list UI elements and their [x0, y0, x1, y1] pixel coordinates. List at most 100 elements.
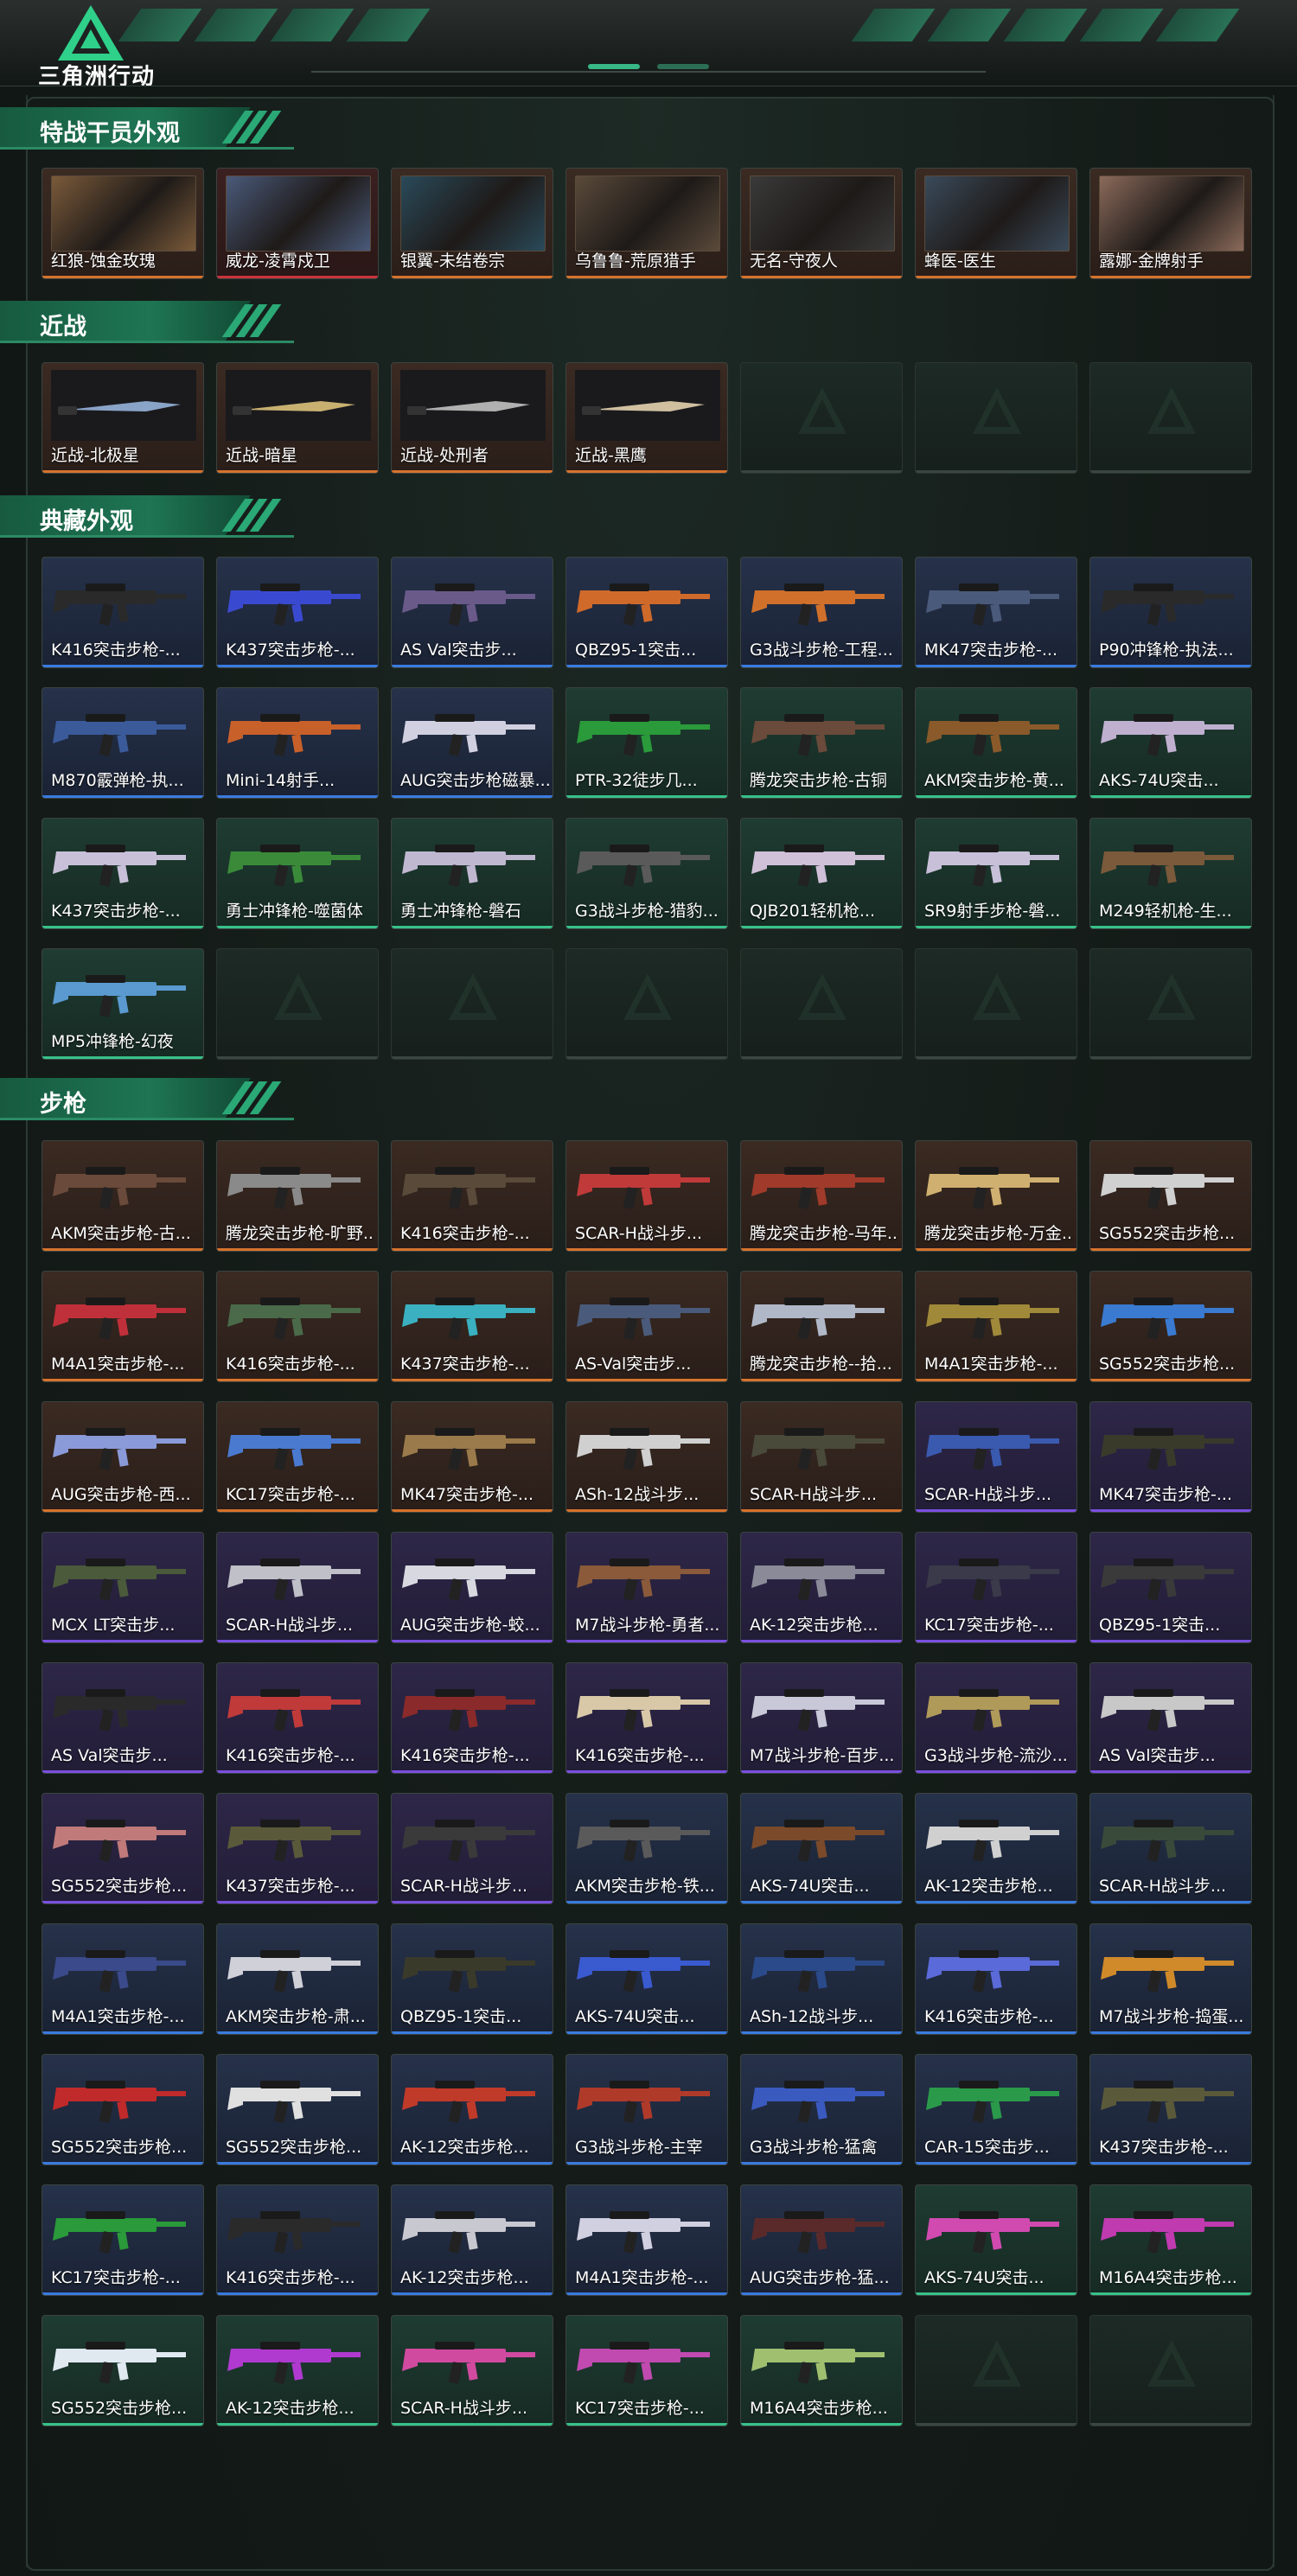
item-card[interactable]: MK47突击步枪-... [1089, 1401, 1252, 1513]
item-card[interactable]: SCAR-H战斗步... [391, 2315, 553, 2426]
item-card[interactable]: M7战斗步枪-百步... [740, 1662, 903, 1774]
item-card[interactable]: AS Val突击步... [1089, 1662, 1252, 1774]
item-card[interactable]: 乌鲁鲁-荒原猎手 [565, 168, 728, 279]
item-card[interactable]: 蜂医-医生 [915, 168, 1077, 279]
item-card[interactable]: 近战-北极星 [42, 362, 204, 474]
item-card[interactable]: SG552突击步枪... [1089, 1140, 1252, 1252]
item-card[interactable]: AUG突击步枪-蛟... [391, 1532, 553, 1643]
item-card[interactable]: SR9射手步枪-磐... [915, 818, 1077, 929]
item-card[interactable]: PTR-32徒步几... [565, 687, 728, 799]
item-card[interactable]: 露娜-金牌射手 [1089, 168, 1252, 279]
item-card[interactable]: KC17突击步枪-... [42, 2184, 204, 2296]
item-card[interactable]: MCX LT突击步... [42, 1532, 204, 1643]
item-card[interactable]: M7战斗步枪-勇者... [565, 1532, 728, 1643]
item-card[interactable]: K416突击步枪-... [391, 1140, 553, 1252]
item-card[interactable]: ASh-12战斗步... [565, 1401, 728, 1513]
item-card[interactable]: AK-12突击步枪... [915, 1793, 1077, 1904]
item-card[interactable]: AS-Val突击步... [565, 1271, 728, 1382]
item-card[interactable]: 腾龙突击步枪-万金... [915, 1140, 1077, 1252]
item-card[interactable]: M7战斗步枪-捣蛋... [1089, 1923, 1252, 2035]
item-card[interactable]: 无名-守夜人 [740, 168, 903, 279]
item-card[interactable]: AKM突击步枪-黄... [915, 687, 1077, 799]
item-card[interactable]: SCAR-H战斗步... [216, 1532, 379, 1643]
item-card[interactable]: M4A1突击步枪-... [42, 1923, 204, 2035]
item-card[interactable]: SG552突击步枪... [216, 2054, 379, 2165]
item-card[interactable]: G3战斗步枪-工程... [740, 557, 903, 668]
item-card[interactable]: 腾龙突击步枪-古铜 [740, 687, 903, 799]
item-card[interactable]: KC17突击步枪-... [565, 2315, 728, 2426]
item-card[interactable]: G3战斗步枪-主宰 [565, 2054, 728, 2165]
item-card[interactable]: KC17突击步枪-... [915, 1532, 1077, 1643]
item-card[interactable]: P90冲锋枪-执法... [1089, 557, 1252, 668]
item-card[interactable]: M16A4突击步枪... [740, 2315, 903, 2426]
item-card[interactable]: K416突击步枪-... [391, 1662, 553, 1774]
item-card[interactable]: CAR-15突击步... [915, 2054, 1077, 2165]
item-card[interactable]: K416突击步枪-... [216, 1271, 379, 1382]
item-card[interactable]: AKS-74U突击... [740, 1793, 903, 1904]
item-card[interactable]: K437突击步枪-... [42, 818, 204, 929]
item-card[interactable]: K416突击步枪-... [216, 2184, 379, 2296]
item-card[interactable]: SG552突击步枪... [1089, 1271, 1252, 1382]
item-card[interactable]: M870霰弹枪-执... [42, 687, 204, 799]
item-card[interactable]: ASh-12战斗步... [740, 1923, 903, 2035]
item-card[interactable]: 腾龙突击步枪--拾... [740, 1271, 903, 1382]
item-card[interactable]: K416突击步枪-... [915, 1923, 1077, 2035]
item-card[interactable]: MK47突击步枪-... [391, 1401, 553, 1513]
item-card[interactable]: K437突击步枪-... [1089, 2054, 1252, 2165]
item-card[interactable]: M4A1突击步枪-... [915, 1271, 1077, 1382]
item-card[interactable]: AKS-74U突击... [915, 2184, 1077, 2296]
item-card[interactable]: 腾龙突击步枪-马年... [740, 1140, 903, 1252]
item-card[interactable]: 勇士冲锋枪-噬菌体 [216, 818, 379, 929]
item-card[interactable]: 勇士冲锋枪-磐石 [391, 818, 553, 929]
item-card[interactable]: M249轻机枪-生... [1089, 818, 1252, 929]
item-card[interactable]: AKM突击步枪-肃... [216, 1923, 379, 2035]
item-card[interactable]: K416突击步枪-... [42, 557, 204, 668]
item-card[interactable]: SCAR-H战斗步... [740, 1401, 903, 1513]
item-card[interactable]: 近战-暗星 [216, 362, 379, 474]
item-card[interactable]: QBZ95-1突击... [391, 1923, 553, 2035]
item-card[interactable]: 威龙-凌霄戍卫 [216, 168, 379, 279]
item-card[interactable]: 近战-黑鹰 [565, 362, 728, 474]
item-card[interactable]: SCAR-H战斗步... [1089, 1793, 1252, 1904]
item-card[interactable]: SCAR-H战斗步... [915, 1401, 1077, 1513]
item-card[interactable]: K437突击步枪-... [216, 1793, 379, 1904]
item-card[interactable]: MP5冲锋枪-幻夜 [42, 948, 204, 1060]
item-card[interactable]: QBZ95-1突击... [565, 557, 728, 668]
item-card[interactable]: M16A4突击步枪... [1089, 2184, 1252, 2296]
item-card[interactable]: 近战-处刑者 [391, 362, 553, 474]
item-card[interactable]: K437突击步枪-... [216, 557, 379, 668]
item-card[interactable]: Mini-14射手... [216, 687, 379, 799]
item-card[interactable]: K416突击步枪-... [565, 1662, 728, 1774]
item-card[interactable]: SCAR-H战斗步... [565, 1140, 728, 1252]
item-card[interactable]: 银翼-未结卷宗 [391, 168, 553, 279]
item-card[interactable]: AK-12突击步枪... [391, 2054, 553, 2165]
item-card[interactable]: 红狼-蚀金玫瑰 [42, 168, 204, 279]
item-card[interactable]: 腾龙突击步枪-旷野... [216, 1140, 379, 1252]
item-card[interactable]: AKS-74U突击... [1089, 687, 1252, 799]
item-card[interactable]: G3战斗步枪-猛禽 [740, 2054, 903, 2165]
item-card[interactable]: AUG突击步枪-西... [42, 1401, 204, 1513]
item-card[interactable]: G3战斗步枪-流沙... [915, 1662, 1077, 1774]
item-card[interactable]: SG552突击步枪... [42, 2315, 204, 2426]
item-card[interactable]: AK-12突击步枪... [740, 1532, 903, 1643]
item-card[interactable]: K437突击步枪-... [391, 1271, 553, 1382]
item-card[interactable]: QBZ95-1突击... [1089, 1532, 1252, 1643]
item-card[interactable]: AUG突击步枪-猛... [740, 2184, 903, 2296]
item-card[interactable]: AK-12突击步枪... [216, 2315, 379, 2426]
item-card[interactable]: AK-12突击步枪... [391, 2184, 553, 2296]
item-card[interactable]: QJB201轻机枪... [740, 818, 903, 929]
item-card[interactable]: SCAR-H战斗步... [391, 1793, 553, 1904]
item-card[interactable]: SG552突击步枪... [42, 1793, 204, 1904]
item-card[interactable]: M4A1突击步枪-... [42, 1271, 204, 1382]
item-card[interactable]: SG552突击步枪... [42, 2054, 204, 2165]
item-card[interactable]: AKS-74U突击... [565, 1923, 728, 2035]
item-card[interactable]: AS Val突击步... [42, 1662, 204, 1774]
item-card[interactable]: AS Val突击步... [391, 557, 553, 668]
item-card[interactable]: MK47突击步枪-... [915, 557, 1077, 668]
item-card[interactable]: AUG突击步枪磁暴... [391, 687, 553, 799]
item-card[interactable]: K416突击步枪-... [216, 1662, 379, 1774]
item-card[interactable]: G3战斗步枪-猎豹... [565, 818, 728, 929]
item-card[interactable]: AKM突击步枪-铁... [565, 1793, 728, 1904]
item-card[interactable]: M4A1突击步枪-... [565, 2184, 728, 2296]
item-card[interactable]: KC17突击步枪-... [216, 1401, 379, 1513]
